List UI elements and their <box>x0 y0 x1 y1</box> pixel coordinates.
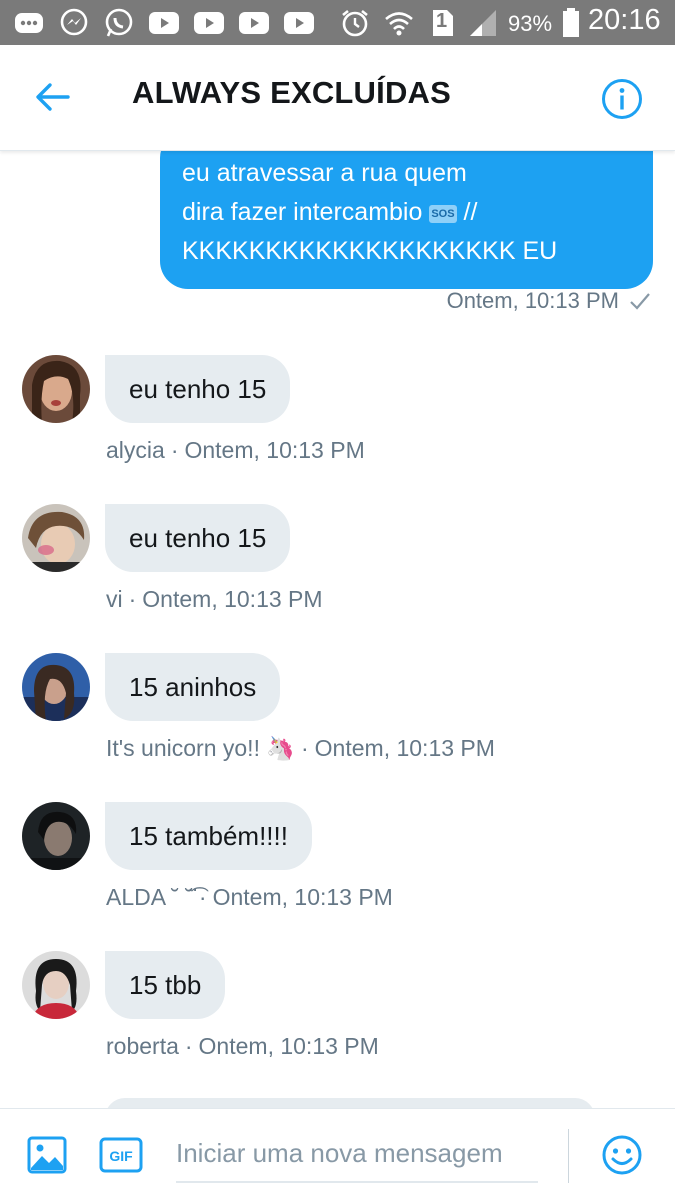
message-bubble[interactable]: 15 aninhos <box>105 653 281 721</box>
avatar[interactable] <box>22 355 90 423</box>
signal-icon <box>468 8 498 38</box>
sender-name: It's unicorn yo!! 🦄 <box>106 735 295 761</box>
avatar[interactable] <box>22 802 90 870</box>
message-meta: It's unicorn yo!! 🦄 · Ontem, 10:13 PM <box>106 735 495 762</box>
chat-icon <box>14 8 44 38</box>
image-icon <box>27 1136 67 1174</box>
received-message: 15 aninhos It's unicorn yo!! 🦄 · Ontem, 10… <box>0 653 675 783</box>
message-input[interactable] <box>176 1125 538 1183</box>
sender-name: roberta <box>106 1033 179 1059</box>
conversation-header: ALWAYS EXCLUÍDAS <box>0 45 675 151</box>
sent-line-1: eu atravessar a rua quem <box>182 159 467 187</box>
avatar[interactable] <box>22 504 90 572</box>
meta-separator: · <box>301 735 309 761</box>
sender-name: vi <box>106 586 123 612</box>
meta-separator: · <box>128 586 137 612</box>
sent-line-3: KKKKKKKKKKKKKKKKKKKK EU <box>182 237 558 265</box>
wifi-icon <box>384 8 414 38</box>
meta-separator: · <box>170 437 179 463</box>
info-icon <box>602 79 642 119</box>
composer-divider <box>568 1129 569 1183</box>
clock: 20:16 <box>588 4 661 36</box>
message-list[interactable]: eu atravessar a rua quem dira fazer inte… <box>0 150 675 1108</box>
message-bubble[interactable]: 15 também!!!! <box>105 802 312 870</box>
sent-message-bubble[interactable]: eu atravessar a rua quem dira fazer inte… <box>160 150 653 289</box>
messenger-icon <box>59 8 89 38</box>
emoji-button[interactable] <box>600 1133 644 1177</box>
youtube-icon <box>149 8 179 38</box>
whatsapp-icon <box>104 8 134 38</box>
sent-line-2: dira fazer intercambio SOS // <box>182 193 631 232</box>
check-icon <box>630 293 650 310</box>
message-timestamp: Ontem, 10:13 PM <box>142 586 323 612</box>
gif-label: GIF <box>109 1148 133 1164</box>
received-message: eu tenho 15 alycia · Ontem, 10:13 PM <box>0 355 675 485</box>
message-bubble[interactable]: eu tenho 15 <box>105 504 291 572</box>
message-meta: roberta · Ontem, 10:13 PM <box>106 1033 379 1060</box>
meta-separator: · <box>198 884 207 910</box>
add-image-button[interactable] <box>25 1133 69 1177</box>
message-composer: GIF <box>0 1108 675 1201</box>
youtube-icon <box>239 8 269 38</box>
message-timestamp: Ontem, 10:13 PM <box>184 437 365 463</box>
message-timestamp: Ontem, 10:13 PM <box>212 884 393 910</box>
avatar[interactable] <box>22 951 90 1019</box>
sent-line-2-suffix: // <box>456 198 478 226</box>
back-button[interactable] <box>26 75 78 119</box>
avatar[interactable] <box>22 653 90 721</box>
sent-timestamp: Ontem, 10:13 PM <box>446 288 619 313</box>
received-message: 15 tbb roberta · Ontem, 10:13 PM <box>0 951 675 1081</box>
sender-name: ALDA ˘ ˘̈͡ <box>106 884 193 910</box>
add-gif-button[interactable]: GIF <box>99 1133 143 1177</box>
youtube-icon <box>284 8 314 38</box>
message-timestamp: Ontem, 10:13 PM <box>198 1033 379 1059</box>
message-bubble[interactable]: eu tenho 15 <box>105 355 291 423</box>
message-meta: alycia · Ontem, 10:13 PM <box>106 437 365 464</box>
alarm-icon <box>340 8 370 38</box>
sos-emoji: SOS <box>429 205 457 223</box>
received-message: 15 também!!!! ALDA ˘ ˘̈͡ · Ontem, 10:13 PM <box>0 802 675 932</box>
info-button[interactable] <box>598 75 646 123</box>
received-message: eu tenho 15 vi · Ontem, 10:13 PM <box>0 504 675 634</box>
message-timestamp: Ontem, 10:13 PM <box>314 735 495 761</box>
message-bubble-partial[interactable] <box>105 1098 595 1108</box>
conversation-title: ALWAYS EXCLUÍDAS <box>132 75 451 110</box>
back-arrow-icon <box>36 83 70 111</box>
battery-icon <box>556 8 586 38</box>
message-meta: vi · Ontem, 10:13 PM <box>106 586 323 613</box>
sent-line-2-text: dira fazer intercambio <box>182 198 423 226</box>
sim-slot-label: 1 <box>436 10 448 32</box>
status-bar: 1 93% 20:16 <box>0 0 675 45</box>
youtube-icon <box>194 8 224 38</box>
message-bubble[interactable]: 15 tbb <box>105 951 226 1019</box>
meta-separator: · <box>184 1033 193 1059</box>
battery-percent: 93% <box>508 11 553 36</box>
message-meta: ALDA ˘ ˘̈͡ · Ontem, 10:13 PM <box>106 884 393 911</box>
sent-message-meta: Ontem, 10:13 PM <box>447 288 651 314</box>
gif-icon: GIF <box>99 1137 143 1173</box>
sender-name: alycia <box>106 437 165 463</box>
emoji-icon <box>602 1135 642 1175</box>
